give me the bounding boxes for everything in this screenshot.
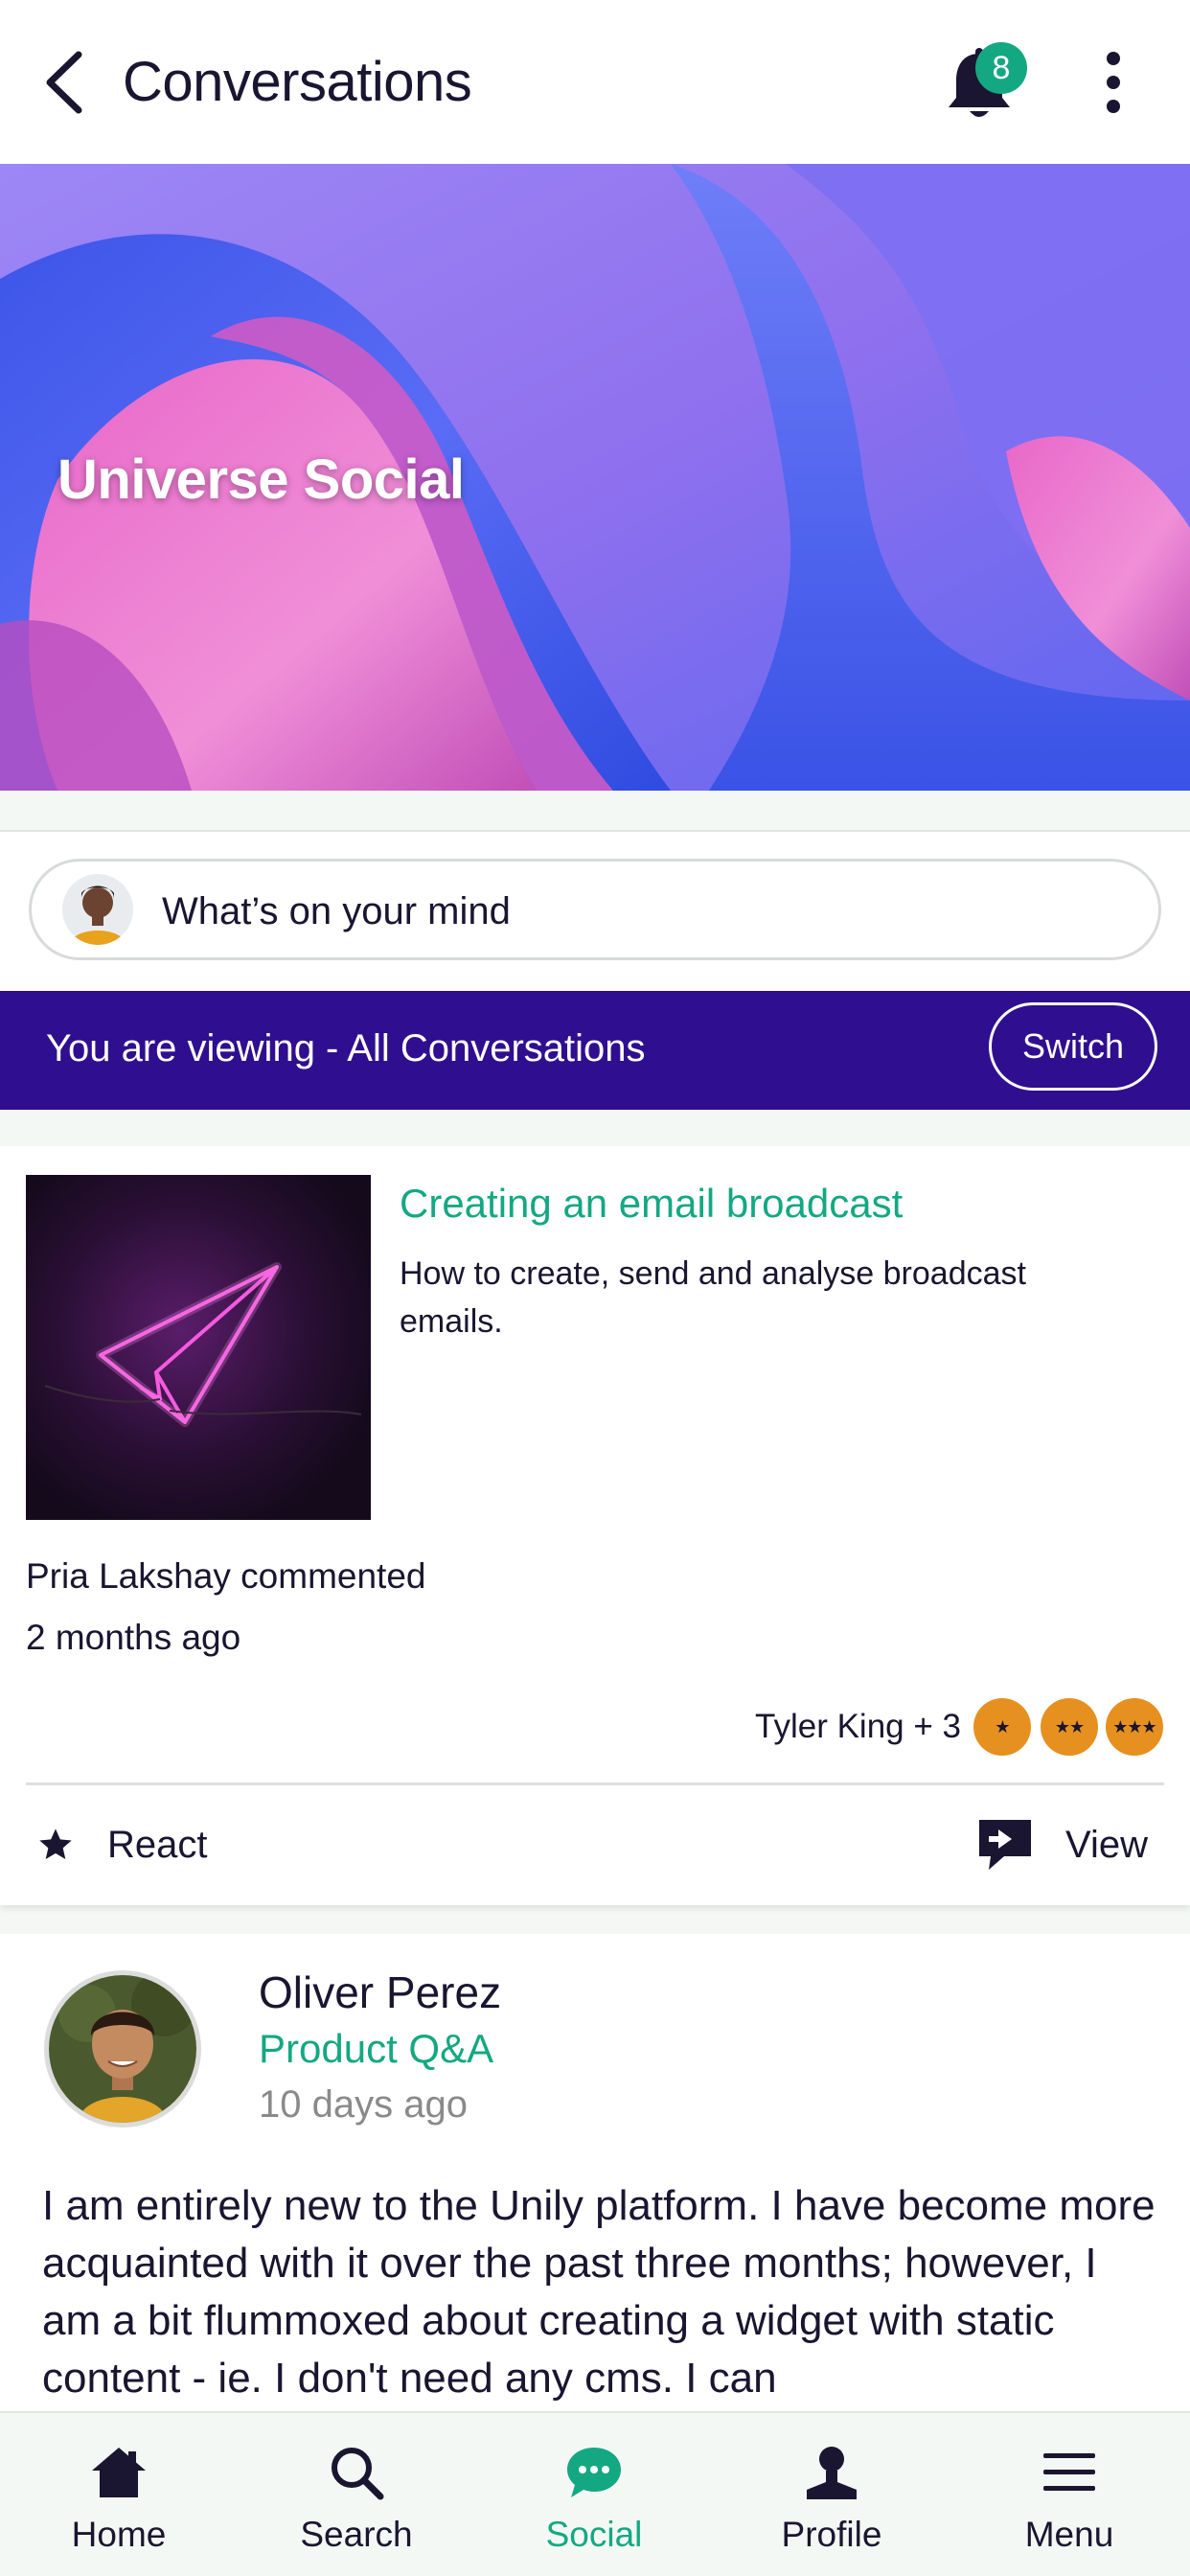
notification-badge: 8	[975, 42, 1027, 94]
kebab-dot	[1107, 76, 1120, 89]
author-name[interactable]: Oliver Perez	[259, 1966, 501, 2018]
tab-menu[interactable]: Menu	[950, 2413, 1188, 2576]
tab-label: Menu	[1024, 2515, 1114, 2554]
comment-reply-icon	[979, 1820, 1031, 1870]
conversation-card[interactable]: Creating an email broadcast How to creat…	[0, 1146, 1190, 1905]
page-title: Conversations	[123, 51, 472, 113]
view-button[interactable]: View	[977, 1811, 1148, 1878]
hamburger-icon	[1043, 2453, 1095, 2491]
post-title-link[interactable]: Creating an email broadcast	[400, 1181, 903, 1227]
reaction-medal-1-star: ★	[973, 1698, 1031, 1756]
tab-label: Profile	[781, 2515, 882, 2554]
viewing-filter-text: You are viewing - All Conversations	[46, 1027, 646, 1070]
home-icon	[92, 2448, 146, 2497]
post-time: 10 days ago	[259, 2083, 468, 2126]
user-avatar	[62, 874, 133, 945]
tab-label: Home	[71, 2515, 167, 2554]
bottom-tab-bar: Home Search Social Profile Menu	[0, 2411, 1190, 2576]
card-divider	[26, 1782, 1164, 1785]
switch-button[interactable]: Switch	[989, 1002, 1157, 1091]
composer-placeholder: What’s on your mind	[162, 890, 511, 932]
post-description: How to create, send and analyse broadcas…	[400, 1255, 1026, 1340]
hero-banner: Universe Social	[0, 164, 1190, 791]
search-icon	[332, 2448, 384, 2500]
react-button[interactable]: React	[36, 1811, 208, 1878]
react-label: React	[107, 1823, 208, 1866]
author-avatar[interactable]	[44, 1970, 201, 2128]
more-options-button[interactable]	[1092, 44, 1134, 121]
post-thumbnail	[26, 1175, 371, 1520]
tab-search[interactable]: Search	[238, 2413, 475, 2576]
hero-title: Universe Social	[57, 448, 465, 511]
tab-label: Social	[545, 2515, 643, 2554]
neon-paper-plane-image	[26, 1175, 371, 1520]
activity-time: 2 months ago	[26, 1618, 241, 1657]
tab-label: Search	[300, 2515, 413, 2554]
reactors-link[interactable]: Tyler King + 3	[755, 1708, 961, 1746]
group-link[interactable]: Product Q&A	[259, 2026, 493, 2072]
app-header: Conversations 8	[0, 0, 1190, 164]
person-icon	[807, 2447, 857, 2499]
chat-bubble-icon	[567, 2448, 621, 2497]
tab-home[interactable]: Home	[0, 2413, 238, 2576]
composer-input[interactable]: What’s on your mind	[29, 859, 1161, 960]
chevron-left-icon	[46, 51, 82, 113]
back-button[interactable]	[34, 46, 92, 118]
reaction-medal-3-star: ★★★	[1106, 1698, 1163, 1756]
reaction-medal-2-star: ★★	[1041, 1698, 1098, 1756]
activity-text: Pria Lakshay commented	[26, 1556, 426, 1596]
view-label: View	[1065, 1823, 1148, 1866]
viewing-filter-bar: You are viewing - All Conversations Swit…	[0, 991, 1190, 1110]
tab-social[interactable]: Social	[475, 2413, 713, 2576]
star-icon	[39, 1828, 72, 1859]
kebab-dot	[1107, 100, 1120, 113]
tab-profile[interactable]: Profile	[713, 2413, 950, 2576]
kebab-dot	[1107, 52, 1120, 65]
post-body: I am entirely new to the Unily platform.…	[42, 2182, 1156, 2402]
